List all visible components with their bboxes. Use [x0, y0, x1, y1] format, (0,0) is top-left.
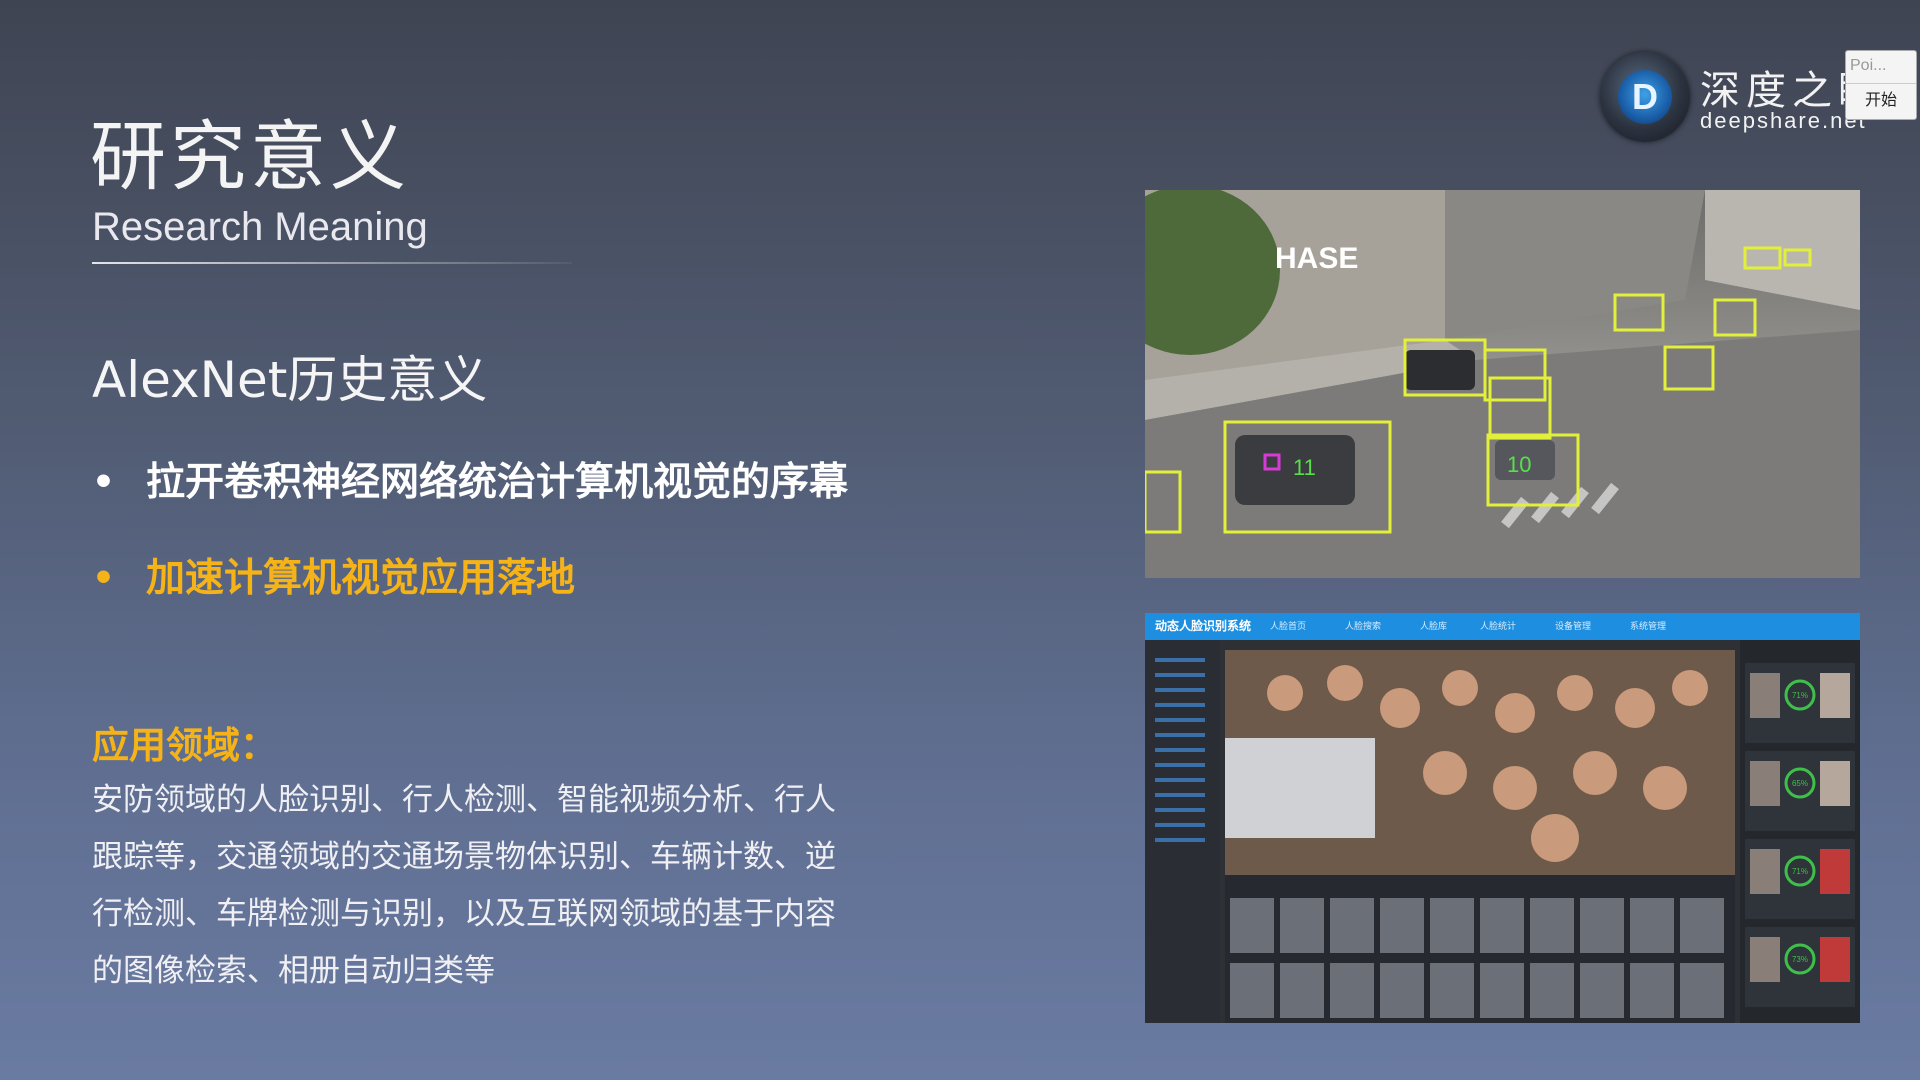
match-score: 71%: [1792, 867, 1808, 876]
vehicle: [1405, 350, 1475, 390]
face-ui-sidebar: [1145, 640, 1220, 1023]
brand-url: deepshare.net: [1700, 108, 1865, 133]
traffic-detection-image: HASE 11 10: [1145, 190, 1860, 578]
title-divider: [92, 262, 572, 264]
face-ui-tab: 人脸搜索: [1345, 622, 1382, 632]
bullet-item: • 加速计算机视觉应用落地: [92, 551, 848, 647]
match-score: 65%: [1792, 779, 1808, 788]
building-midground: [1445, 190, 1705, 340]
application-line: 行检测、车牌检测与识别，以及互联网领域的基于内容: [92, 896, 836, 932]
slide-title-english: Research Meaning: [92, 205, 428, 249]
section-subtitle: AlexNet历史意义: [92, 351, 488, 409]
bank-sign: HASE: [1275, 242, 1358, 275]
face-ui-tab: 系统管理: [1630, 622, 1667, 632]
presenter-widget[interactable]: Poi... 开始: [1845, 50, 1917, 120]
traffic-scene: HASE 11 10: [1145, 190, 1860, 578]
face-recognition-scene: 71% 65% 71% 73%: [1145, 640, 1860, 1023]
face-ui-topbar: 动态人脸识别系统 人脸首页 人脸搜索 人脸库 人脸统计 设备管理 系统管理: [1145, 613, 1860, 640]
match-score: 73%: [1792, 955, 1808, 964]
application-line: 的图像检索、相册自动归类等: [92, 953, 495, 989]
face-ui-title: 动态人脸识别系统: [1155, 619, 1252, 633]
bullet-dot: •: [92, 462, 116, 503]
face-recognition-image: 71% 65% 71% 73% 动态人脸识别系统 人脸首页 人脸搜索 人脸库 人…: [1145, 613, 1860, 1023]
bullet-text: 加速计算机视觉应用落地: [146, 556, 576, 601]
widget-label: Poi...: [1846, 51, 1916, 84]
face-ui-tab: 设备管理: [1555, 622, 1592, 632]
match-score: 71%: [1792, 691, 1808, 700]
application-line: 跟踪等，交通领域的交通场景物体识别、车辆计数、逆: [92, 839, 836, 875]
bullet-list: • 拉开卷积神经网络统治计算机视觉的序幕 • 加速计算机视觉应用落地: [92, 455, 848, 647]
logo-letter: D: [1618, 70, 1672, 124]
box-label: 11: [1293, 455, 1316, 480]
box-label: 10: [1507, 452, 1531, 477]
face-ui-tab: 人脸库: [1420, 622, 1448, 632]
detection-box: [1713, 298, 1757, 337]
slide-title: 研究意义: [90, 112, 410, 201]
building-right: [1705, 190, 1860, 310]
scanner-machine: [1225, 738, 1375, 838]
application-line: 安防领域的人脸识别、行人检测、智能视频分析、行人: [92, 782, 836, 818]
start-button[interactable]: 开始: [1846, 84, 1916, 116]
face-ui-tab: 人脸统计: [1480, 622, 1517, 632]
bullet-item: • 拉开卷积神经网络统治计算机视觉的序幕: [92, 455, 848, 551]
bullet-text: 拉开卷积神经网络统治计算机视觉的序幕: [146, 460, 849, 505]
face-ui-tab: 人脸首页: [1270, 622, 1307, 632]
bullet-dot: •: [92, 558, 116, 599]
application-heading: 应用领域：: [92, 724, 277, 767]
deepshare-logo-icon: D: [1600, 52, 1690, 142]
application-body: 安防领域的人脸识别、行人检测、智能视频分析、行人 跟踪等，交通领域的交通场景物体…: [92, 772, 932, 1000]
